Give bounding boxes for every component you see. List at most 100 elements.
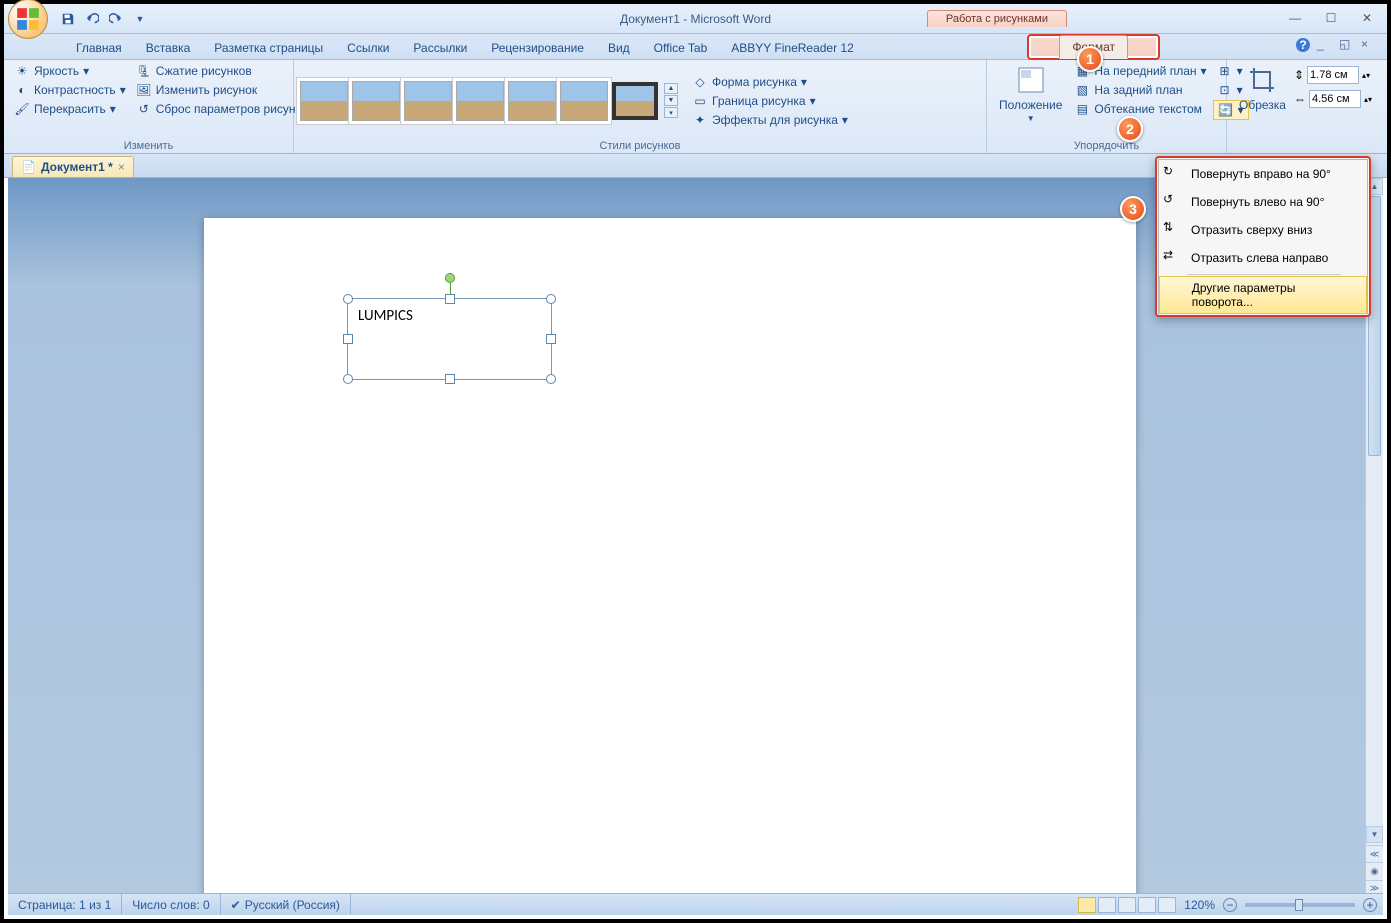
tab-insert[interactable]: Вставка bbox=[134, 37, 203, 59]
resize-handle-nw[interactable] bbox=[343, 294, 353, 304]
contrast-icon: ◐ bbox=[14, 82, 30, 98]
qat-customize-icon[interactable]: ▼ bbox=[130, 9, 150, 29]
resize-handle-sw[interactable] bbox=[343, 374, 353, 384]
position-button[interactable]: Положение▼ bbox=[993, 62, 1068, 125]
close-button[interactable]: ✕ bbox=[1353, 8, 1381, 28]
group-picture-styles: ▲ ▼ ▾ ◇Форма рисунка ▾ ▭Граница рисунка … bbox=[294, 60, 987, 153]
width-field[interactable]: ⇔▴▾ bbox=[1294, 90, 1372, 108]
save-icon[interactable] bbox=[58, 9, 78, 29]
change-picture-button[interactable]: 🖼Изменить рисунок bbox=[132, 81, 312, 99]
style-thumb[interactable] bbox=[404, 81, 452, 121]
tab-view[interactable]: Вид bbox=[596, 37, 642, 59]
width-input[interactable] bbox=[1309, 90, 1361, 108]
brightness-button[interactable]: ☀Яркость ▾ bbox=[10, 62, 130, 80]
group-styles-label: Стили рисунков bbox=[300, 139, 980, 153]
picture-styles-gallery[interactable]: ▲ ▼ ▾ bbox=[300, 81, 678, 121]
picture-effects-button[interactable]: ✦Эффекты для рисунка ▾ bbox=[688, 111, 852, 129]
status-language[interactable]: ✔Русский (Россия) bbox=[221, 894, 351, 915]
draft-view-icon[interactable] bbox=[1158, 897, 1176, 913]
gallery-down-icon[interactable]: ▼ bbox=[664, 95, 678, 106]
gallery-more-icon[interactable]: ▾ bbox=[664, 107, 678, 118]
status-word-count[interactable]: Число слов: 0 bbox=[122, 894, 220, 915]
tab-home[interactable]: Главная bbox=[64, 37, 134, 59]
print-layout-view-icon[interactable] bbox=[1078, 897, 1096, 913]
crop-icon bbox=[1246, 64, 1278, 96]
rotate-right-90-item[interactable]: ↻Повернуть вправо на 90° bbox=[1159, 160, 1367, 188]
zoom-level[interactable]: 120% bbox=[1184, 898, 1215, 912]
tab-mailings[interactable]: Рассылки bbox=[401, 37, 479, 59]
web-layout-view-icon[interactable] bbox=[1118, 897, 1136, 913]
undo-icon[interactable] bbox=[82, 9, 102, 29]
scroll-down-icon[interactable]: ▼ bbox=[1366, 826, 1383, 843]
maximize-button[interactable]: ☐ bbox=[1317, 8, 1345, 28]
tab-page-layout[interactable]: Разметка страницы bbox=[202, 37, 335, 59]
effects-icon: ✦ bbox=[692, 112, 708, 128]
title-bar: ▼ Документ1 - Microsoft Word Работа с ри… bbox=[4, 4, 1387, 34]
flip-vertical-item[interactable]: ⇅Отразить сверху вниз bbox=[1159, 216, 1367, 244]
style-thumb[interactable] bbox=[560, 81, 608, 121]
tab-review[interactable]: Рецензирование bbox=[479, 37, 596, 59]
rotate-handle[interactable] bbox=[445, 273, 455, 283]
tab-abbyy[interactable]: ABBYY FineReader 12 bbox=[719, 37, 866, 59]
flip-vertical-icon: ⇅ bbox=[1163, 220, 1183, 240]
text-wrap-button[interactable]: ▤Обтекание текстом bbox=[1070, 100, 1210, 118]
document-tab[interactable]: 📄 Документ1 * × bbox=[12, 156, 134, 177]
mdi-minimize-icon[interactable]: _ bbox=[1317, 37, 1333, 53]
contrast-button[interactable]: ◐Контрастность ▾ bbox=[10, 81, 130, 99]
office-button[interactable] bbox=[8, 0, 48, 39]
resize-handle-n[interactable] bbox=[445, 294, 455, 304]
zoom-slider-thumb[interactable] bbox=[1295, 899, 1303, 911]
browse-object-icon[interactable]: ◉ bbox=[1366, 862, 1383, 879]
selected-textbox[interactable]: LUMPICS bbox=[347, 298, 552, 380]
resize-handle-se[interactable] bbox=[546, 374, 556, 384]
zoom-out-icon[interactable]: − bbox=[1223, 898, 1237, 912]
flip-horizontal-icon: ⇄ bbox=[1163, 248, 1183, 268]
style-thumb[interactable] bbox=[456, 81, 504, 121]
style-thumb[interactable] bbox=[612, 82, 658, 120]
quick-access-toolbar: ▼ bbox=[58, 9, 150, 29]
compress-button[interactable]: 🗜Сжатие рисунков bbox=[132, 62, 312, 80]
resize-handle-w[interactable] bbox=[343, 334, 353, 344]
height-icon: ⇕ bbox=[1294, 68, 1304, 82]
recolor-button[interactable]: 🖌Перекрасить ▾ bbox=[10, 100, 130, 118]
outline-view-icon[interactable] bbox=[1138, 897, 1156, 913]
document-page[interactable]: LUMPICS bbox=[204, 218, 1136, 897]
textbox-content[interactable]: LUMPICS bbox=[348, 299, 551, 333]
resize-handle-s[interactable] bbox=[445, 374, 455, 384]
picture-shape-button[interactable]: ◇Форма рисунка ▾ bbox=[688, 73, 852, 91]
redo-icon[interactable] bbox=[106, 9, 126, 29]
prev-page-icon[interactable]: ≪ bbox=[1366, 845, 1383, 862]
mdi-restore-icon[interactable]: ◱ bbox=[1339, 37, 1355, 53]
flip-horizontal-item[interactable]: ⇄Отразить слева направо bbox=[1159, 244, 1367, 272]
minimize-button[interactable]: — bbox=[1281, 8, 1309, 28]
position-icon bbox=[1015, 64, 1047, 96]
help-icon[interactable]: ? bbox=[1295, 37, 1311, 53]
reset-picture-button[interactable]: ↺Сброс параметров рисунка bbox=[132, 100, 312, 118]
tab-office-tab[interactable]: Office Tab bbox=[642, 37, 720, 59]
change-picture-icon: 🖼 bbox=[136, 82, 152, 98]
rotate-left-90-item[interactable]: ↺Повернуть влево на 90° bbox=[1159, 188, 1367, 216]
resize-handle-ne[interactable] bbox=[546, 294, 556, 304]
height-input[interactable] bbox=[1307, 66, 1359, 84]
style-thumb[interactable] bbox=[352, 81, 400, 121]
full-screen-view-icon[interactable] bbox=[1098, 897, 1116, 913]
send-back-button[interactable]: ▧На задний план bbox=[1070, 81, 1210, 99]
style-thumb[interactable] bbox=[508, 81, 556, 121]
gallery-up-icon[interactable]: ▲ bbox=[664, 83, 678, 94]
group-adjust: ☀Яркость ▾ ◐Контрастность ▾ 🖌Перекрасить… bbox=[4, 60, 294, 153]
zoom-in-icon[interactable]: + bbox=[1363, 898, 1377, 912]
crop-button[interactable]: Обрезка bbox=[1233, 62, 1292, 114]
callout-2: 2 bbox=[1117, 116, 1143, 142]
height-field[interactable]: ⇕▴▾ bbox=[1294, 66, 1372, 84]
zoom-slider[interactable] bbox=[1245, 903, 1355, 907]
resize-handle-e[interactable] bbox=[546, 334, 556, 344]
picture-border-button[interactable]: ▭Граница рисунка ▾ bbox=[688, 92, 852, 110]
status-page[interactable]: Страница: 1 из 1 bbox=[8, 894, 122, 915]
mdi-close-icon[interactable]: × bbox=[1361, 37, 1377, 53]
tab-references[interactable]: Ссылки bbox=[335, 37, 401, 59]
more-rotation-options-item[interactable]: Другие параметры поворота... bbox=[1159, 276, 1367, 314]
rotate-right-icon: ↻ bbox=[1163, 164, 1183, 184]
window-title: Документ1 - Microsoft Word bbox=[620, 12, 771, 26]
style-thumb[interactable] bbox=[300, 81, 348, 121]
close-tab-icon[interactable]: × bbox=[118, 160, 125, 174]
